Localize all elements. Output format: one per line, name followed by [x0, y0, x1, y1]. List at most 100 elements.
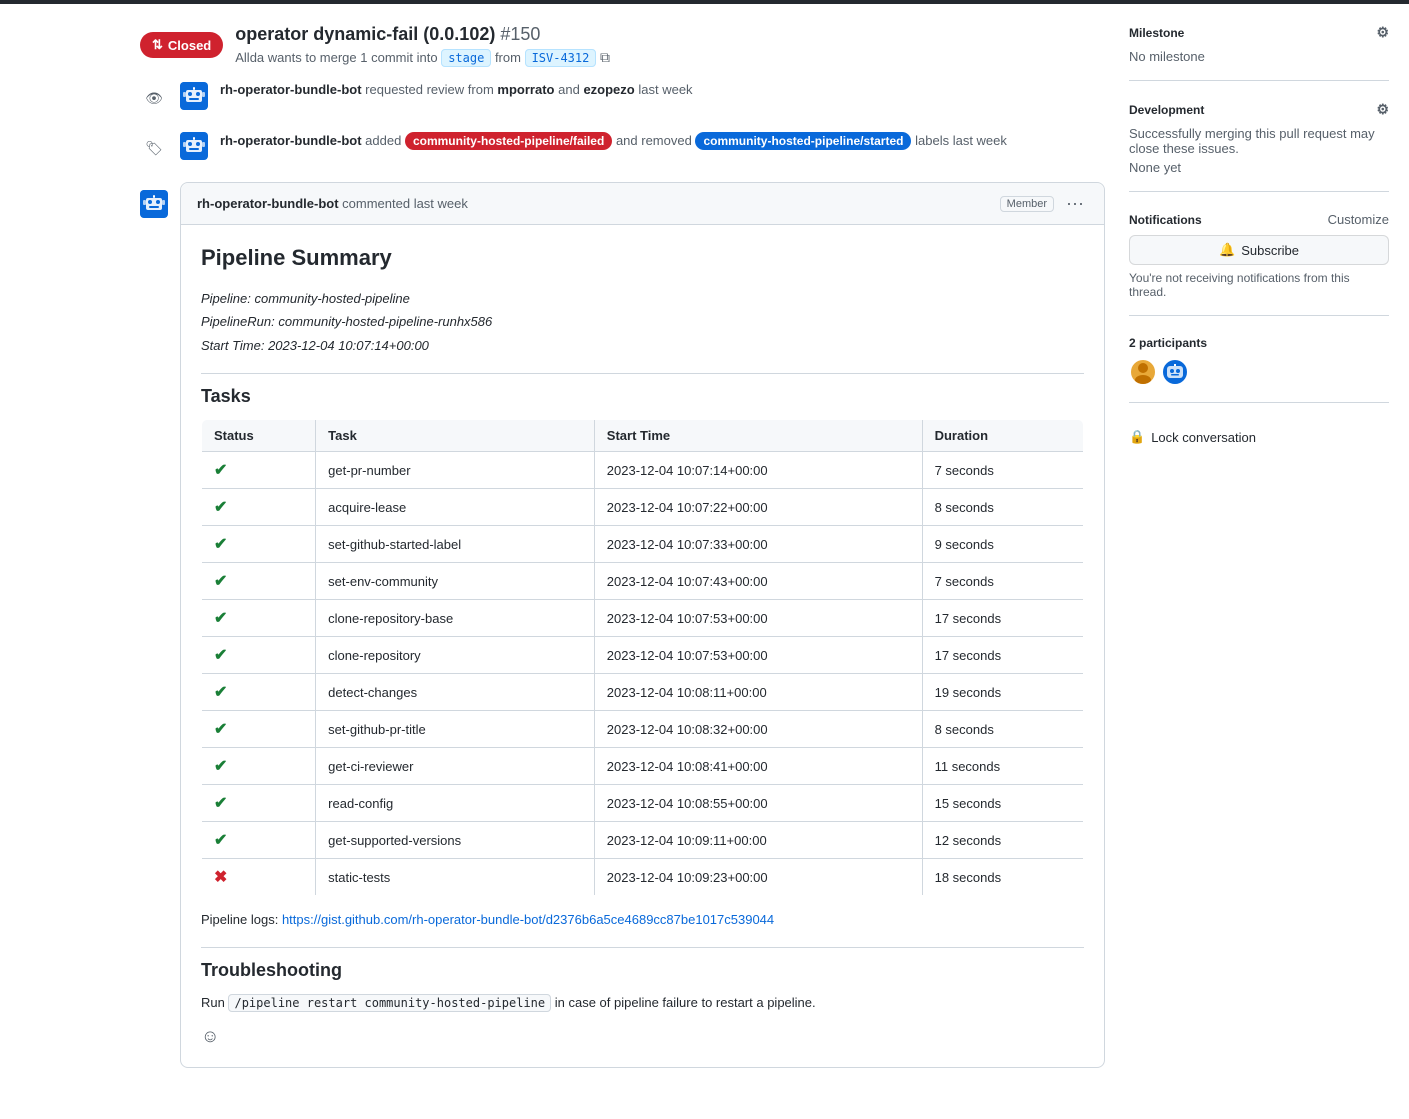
task-duration-1: 8 seconds — [922, 489, 1083, 526]
comment-header-actions: Member ··· — [1000, 193, 1088, 214]
tasks-header-row: Status Task Start Time Duration — [202, 420, 1084, 452]
task-start-5: 2023-12-04 10:07:53+00:00 — [594, 637, 922, 674]
comment-wrapper: rh-operator-bundle-bot commented last we… — [140, 182, 1105, 1088]
eye-icon-wrap: 👁 — [140, 84, 168, 112]
check-success-icon: ✔ — [214, 684, 227, 701]
closed-label: Closed — [168, 38, 211, 53]
time-2: last week — [953, 133, 1007, 148]
pr-number: #150 — [500, 24, 540, 44]
table-row: ✔get-supported-versions2023-12-04 10:09:… — [202, 822, 1084, 859]
development-section: Development ⚙ Successfully merging this … — [1129, 101, 1389, 192]
table-row: ✔acquire-lease2023-12-04 10:07:22+00:008… — [202, 489, 1084, 526]
tasks-thead: Status Task Start Time Duration — [202, 420, 1084, 452]
check-success-icon: ✔ — [214, 610, 227, 627]
participant-avatar-2 — [1161, 358, 1189, 386]
task-status-9: ✔ — [202, 785, 316, 822]
task-name-6: detect-changes — [316, 674, 595, 711]
right-panel: Milestone ⚙ No milestone Development ⚙ S… — [1129, 24, 1389, 1088]
task-start-0: 2023-12-04 10:07:14+00:00 — [594, 452, 922, 489]
subscribe-button[interactable]: 🔔 Subscribe — [1129, 235, 1389, 265]
pr-header: ⇅ Closed operator dynamic-fail (0.0.102)… — [140, 24, 1105, 66]
task-name-5: clone-repository — [316, 637, 595, 674]
merge-icon: ⇅ — [152, 37, 163, 53]
participants-row — [1129, 358, 1389, 386]
table-row: ✔set-github-started-label2023-12-04 10:0… — [202, 526, 1084, 563]
bot-avatar-svg-1 — [180, 82, 208, 110]
task-status-8: ✔ — [202, 748, 316, 785]
comment-box: rh-operator-bundle-bot commented last we… — [180, 182, 1105, 1068]
task-duration-10: 12 seconds — [922, 822, 1083, 859]
isv-branch[interactable]: ISV-4312 — [525, 49, 597, 67]
milestone-section: Milestone ⚙ No milestone — [1129, 24, 1389, 81]
table-row: ✔detect-changes2023-12-04 10:08:11+00:00… — [202, 674, 1084, 711]
table-row: ✔get-ci-reviewer2023-12-04 10:08:41+00:0… — [202, 748, 1084, 785]
logs-link[interactable]: https://gist.github.com/rh-operator-bund… — [282, 912, 774, 927]
label-change-content: rh-operator-bundle-bot added community-h… — [220, 132, 1105, 150]
check-success-icon: ✔ — [214, 721, 227, 738]
task-name-0: get-pr-number — [316, 452, 595, 489]
check-success-icon: ✔ — [214, 499, 227, 516]
task-start-1: 2023-12-04 10:07:22+00:00 — [594, 489, 922, 526]
emoji-button[interactable]: ☺ — [201, 1026, 219, 1047]
time-1: last week — [638, 82, 692, 97]
milestone-title: Milestone — [1129, 26, 1184, 40]
notifications-title: Notifications — [1129, 213, 1202, 227]
check-success-icon: ✔ — [214, 832, 227, 849]
bot-name-1: rh-operator-bundle-bot — [220, 82, 362, 97]
more-options-button[interactable]: ··· — [1062, 193, 1088, 214]
task-duration-11: 18 seconds — [922, 859, 1083, 896]
tag-icon-wrap: 🏷 — [140, 134, 168, 162]
comment-header-info: rh-operator-bundle-bot commented last we… — [197, 196, 468, 211]
pr-title: operator dynamic-fail (0.0.102) #150 — [235, 24, 540, 44]
task-duration-9: 15 seconds — [922, 785, 1083, 822]
copy-icon[interactable]: ⧉ — [600, 49, 610, 65]
participants-header: 2 participants — [1129, 336, 1389, 350]
task-start-3: 2023-12-04 10:07:43+00:00 — [594, 563, 922, 600]
customize-link[interactable]: Customize — [1328, 212, 1389, 227]
trouble-code: /pipeline restart community-hosted-pipel… — [228, 994, 551, 1012]
label-added: community-hosted-pipeline/failed — [405, 132, 612, 150]
action-post: labels — [915, 133, 949, 148]
main-content: ⇅ Closed operator dynamic-fail (0.0.102)… — [0, 4, 1409, 1108]
pr-subtitle-text: Allda wants to merge 1 commit into — [235, 50, 437, 65]
bot-avatar-2 — [180, 132, 208, 160]
subscribe-label: Subscribe — [1241, 243, 1299, 258]
participants-count: 2 participants — [1129, 336, 1207, 350]
task-name-2: set-github-started-label — [316, 526, 595, 563]
development-header: Development ⚙ — [1129, 101, 1389, 118]
left-panel: ⇅ Closed operator dynamic-fail (0.0.102)… — [140, 24, 1105, 1088]
tasks-title: Tasks — [201, 386, 1084, 407]
pipeline-summary: Pipeline Summary Pipeline: community-hos… — [201, 245, 1084, 1047]
pr-subtitle: Allda wants to merge 1 commit into stage… — [235, 49, 610, 66]
lock-conversation-link[interactable]: 🔒 Lock conversation — [1129, 423, 1389, 451]
bot-avatar-comment — [140, 190, 168, 218]
check-success-icon: ✔ — [214, 536, 227, 553]
task-duration-0: 7 seconds — [922, 452, 1083, 489]
notifications-header: Notifications Customize — [1129, 212, 1389, 227]
col-task: Task — [316, 420, 595, 452]
task-duration-6: 19 seconds — [922, 674, 1083, 711]
task-status-10: ✔ — [202, 822, 316, 859]
tag-icon: 🏷 — [145, 140, 163, 157]
table-row: ✔set-github-pr-title2023-12-04 10:08:32+… — [202, 711, 1084, 748]
task-status-7: ✔ — [202, 711, 316, 748]
task-start-9: 2023-12-04 10:08:55+00:00 — [594, 785, 922, 822]
col-duration: Duration — [922, 420, 1083, 452]
eye-icon: 👁 — [145, 90, 163, 107]
label-change-event: 🏷 — [140, 132, 1105, 162]
pipeline-meta: Pipeline: community-hosted-pipeline Pipe… — [201, 287, 1084, 357]
task-status-2: ✔ — [202, 526, 316, 563]
divider-2 — [201, 947, 1084, 948]
task-name-10: get-supported-versions — [316, 822, 595, 859]
stage-branch[interactable]: stage — [441, 49, 491, 67]
milestone-gear-icon[interactable]: ⚙ — [1376, 24, 1389, 41]
check-success-icon: ✔ — [214, 647, 227, 664]
pr-title-area: operator dynamic-fail (0.0.102) #150 All… — [235, 24, 610, 66]
task-duration-7: 8 seconds — [922, 711, 1083, 748]
timeline: 👁 — [140, 82, 1105, 162]
action-mid: and removed — [616, 133, 692, 148]
reviewer2: ezopezo — [583, 82, 634, 97]
notification-hint: You're not receiving notifications from … — [1129, 271, 1389, 299]
development-gear-icon[interactable]: ⚙ — [1376, 101, 1389, 118]
action-pre: added — [365, 133, 401, 148]
